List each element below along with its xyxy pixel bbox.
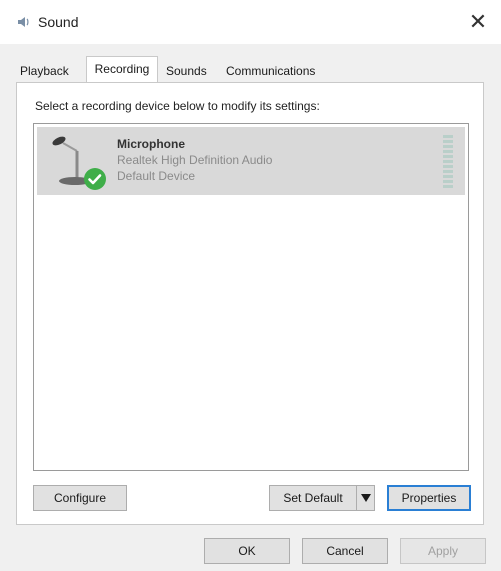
device-list[interactable]: Microphone Realtek High Definition Audio… bbox=[33, 123, 469, 471]
device-driver: Realtek High Definition Audio bbox=[117, 153, 273, 167]
level-meter bbox=[443, 135, 453, 189]
apply-button[interactable]: Apply bbox=[400, 538, 486, 564]
instruction-text: Select a recording device below to modif… bbox=[35, 99, 320, 113]
recording-panel: Select a recording device below to modif… bbox=[16, 82, 484, 525]
configure-button[interactable]: Configure bbox=[33, 485, 127, 511]
close-icon: ✕ bbox=[468, 9, 488, 34]
tab-strip: Playback Recording Sounds Communications bbox=[16, 56, 485, 82]
tab-recording[interactable]: Recording bbox=[86, 56, 158, 82]
properties-button[interactable]: Properties bbox=[387, 485, 471, 511]
ok-button[interactable]: OK bbox=[204, 538, 290, 564]
tab-communications[interactable]: Communications bbox=[222, 60, 319, 82]
window-title: Sound bbox=[38, 14, 79, 30]
tab-sounds[interactable]: Sounds bbox=[162, 60, 211, 82]
device-name: Microphone bbox=[117, 137, 185, 151]
close-button[interactable]: ✕ bbox=[455, 0, 501, 44]
set-default-button[interactable]: Set Default bbox=[269, 485, 357, 511]
green-check-icon bbox=[83, 167, 107, 191]
set-default-dropdown[interactable] bbox=[357, 485, 375, 511]
title-bar: Sound ✕ bbox=[0, 0, 501, 44]
speaker-icon bbox=[16, 14, 32, 30]
tab-playback[interactable]: Playback bbox=[16, 60, 73, 82]
sound-dialog: Sound ✕ Playback Recording Sounds Commun… bbox=[0, 0, 501, 571]
device-status: Default Device bbox=[117, 169, 196, 183]
chevron-down-icon bbox=[360, 489, 371, 507]
device-item-microphone[interactable]: Microphone Realtek High Definition Audio… bbox=[37, 127, 465, 195]
cancel-button[interactable]: Cancel bbox=[302, 538, 388, 564]
